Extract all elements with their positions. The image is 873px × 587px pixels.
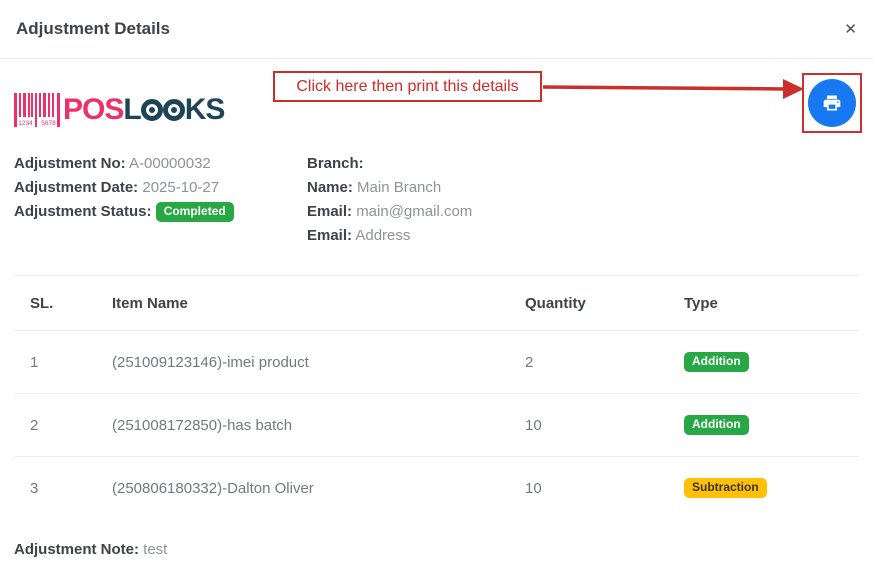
adjustment-status-row: Adjustment Status: Completed	[14, 200, 307, 224]
items-table: SL. Item Name Quantity Type 1 (251009123…	[14, 275, 859, 519]
header-item-name: Item Name	[112, 276, 525, 331]
cell-quantity: 2	[525, 331, 684, 394]
table-header-row: SL. Item Name Quantity Type	[14, 276, 859, 331]
type-badge: Subtraction	[684, 478, 767, 498]
adjustment-no-label: Adjustment No:	[14, 155, 126, 172]
modal-header: Adjustment Details ✕	[0, 0, 873, 59]
table-row: 1 (251009123146)-imei product 2 Addition	[14, 331, 859, 394]
adjustment-no-value: A-00000032	[129, 155, 211, 172]
barcode-digits-right: 5678	[41, 120, 56, 127]
info-section: Adjustment No: A-00000032 Adjustment Dat…	[14, 152, 859, 248]
poslooks-logo: 1234 5678 POSL KS	[14, 93, 224, 127]
adjustment-note-row: Adjustment Note: test	[14, 541, 859, 558]
branch-header-row: Branch:	[307, 152, 472, 176]
modal-body: 1234 5678 POSL KS Adjustment No: A-000000…	[0, 71, 873, 558]
adjustment-no-row: Adjustment No: A-00000032	[14, 152, 307, 176]
branch-address-row: Email: Address	[307, 224, 472, 248]
barcode-icon: 1234 5678	[14, 93, 60, 127]
annotation-callout: Click here then print this details	[273, 71, 542, 102]
adjustment-details-modal: Adjustment Details ✕	[0, 0, 873, 587]
adjustment-info-column: Adjustment No: A-00000032 Adjustment Dat…	[14, 152, 307, 248]
logo-text: POSL KS	[63, 95, 224, 125]
header-sl: SL.	[14, 276, 112, 331]
barcode-digits-left: 1234	[18, 120, 33, 127]
print-button[interactable]	[808, 79, 856, 127]
logo-o-icon	[141, 99, 163, 121]
items-table-body: 1 (251009123146)-imei product 2 Addition…	[14, 331, 859, 520]
cell-item-name: (251009123146)-imei product	[112, 331, 525, 394]
print-button-highlight-frame	[802, 73, 862, 133]
cell-quantity: 10	[525, 457, 684, 520]
logo-pos: POS	[63, 95, 123, 125]
cell-item-name: (251008172850)-has batch	[112, 394, 525, 457]
branch-name-label: Name:	[307, 179, 353, 196]
branch-info-column: Branch: Name: Main Branch Email: main@gm…	[307, 152, 472, 248]
cell-type: Addition	[684, 394, 859, 457]
type-badge: Addition	[684, 415, 749, 435]
adjustment-date-label: Adjustment Date:	[14, 179, 138, 196]
cell-item-name: (250806180332)-Dalton Oliver	[112, 457, 525, 520]
logo-o-icon	[163, 99, 185, 121]
branch-address-value: Address	[355, 227, 410, 244]
header-type: Type	[684, 276, 859, 331]
branch-name-row: Name: Main Branch	[307, 176, 472, 200]
adjustment-date-row: Adjustment Date: 2025-10-27	[14, 176, 307, 200]
branch-label: Branch:	[307, 155, 364, 172]
header-quantity: Quantity	[525, 276, 684, 331]
adjustment-note-label: Adjustment Note:	[14, 541, 139, 558]
status-badge: Completed	[156, 202, 234, 222]
adjustment-date-value: 2025-10-27	[142, 179, 219, 196]
cell-quantity: 10	[525, 394, 684, 457]
cell-sl: 2	[14, 394, 112, 457]
adjustment-note-value: test	[143, 541, 167, 558]
branch-email-value: main@gmail.com	[356, 203, 472, 220]
branch-name-value: Main Branch	[357, 179, 441, 196]
modal-title: Adjustment Details	[16, 19, 170, 39]
table-row: 2 (251008172850)-has batch 10 Addition	[14, 394, 859, 457]
items-table-head: SL. Item Name Quantity Type	[14, 276, 859, 331]
cell-sl: 3	[14, 457, 112, 520]
branch-email-row: Email: main@gmail.com	[307, 200, 472, 224]
logo-l: L	[123, 95, 140, 125]
printer-icon	[822, 93, 842, 113]
branch-email-label: Email:	[307, 203, 352, 220]
adjustment-status-label: Adjustment Status:	[14, 203, 152, 220]
cell-type: Addition	[684, 331, 859, 394]
branch-address-label: Email:	[307, 227, 352, 244]
close-icon[interactable]: ✕	[844, 22, 857, 37]
cell-type: Subtraction	[684, 457, 859, 520]
table-row: 3 (250806180332)-Dalton Oliver 10 Subtra…	[14, 457, 859, 520]
logo-ks: KS	[185, 95, 225, 125]
cell-sl: 1	[14, 331, 112, 394]
type-badge: Addition	[684, 352, 749, 372]
